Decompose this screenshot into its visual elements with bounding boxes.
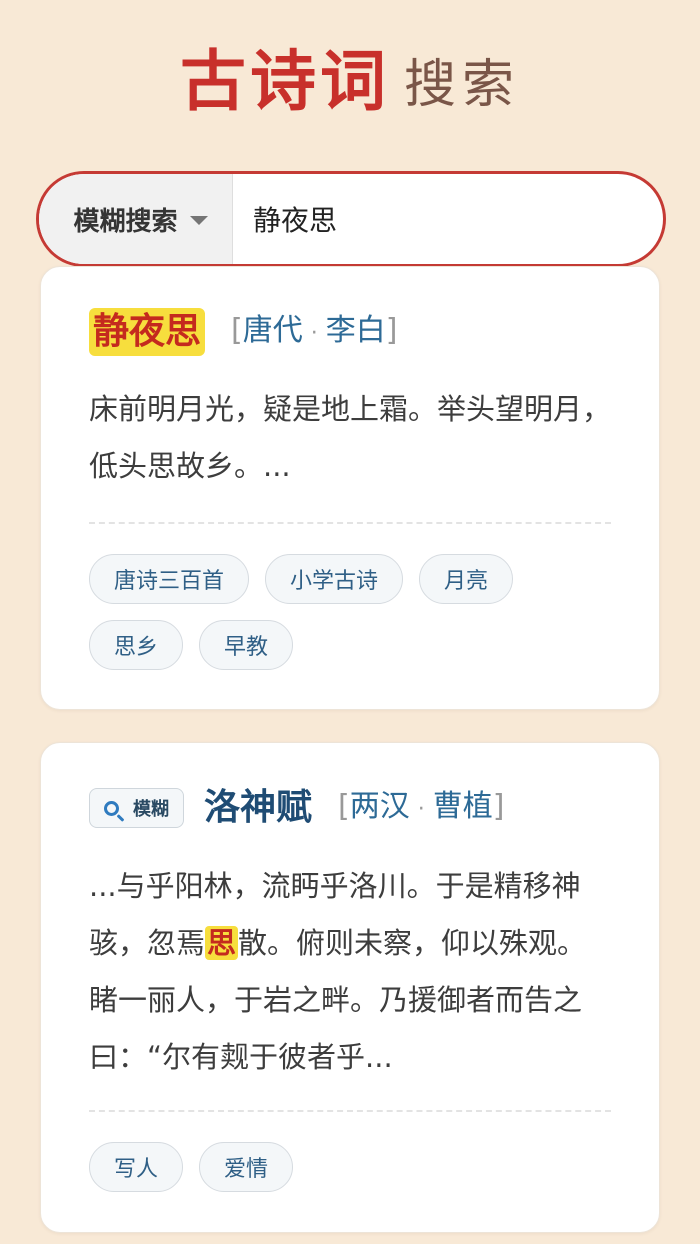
tag-chip[interactable]: 唐诗三百首 [89,554,250,604]
card-divider [89,522,611,524]
search-mode-label: 模糊搜索 [73,206,178,237]
poem-dynasty[interactable]: 唐代 [243,313,303,348]
search-input[interactable] [233,174,663,264]
tag-chip[interactable]: 早教 [199,620,294,670]
fuzzy-match-badge: 模糊 [89,788,184,828]
meta-separator: · [417,796,425,822]
tag-chip[interactable]: 小学古诗 [265,554,404,604]
tag-list: 写人 爱情 [89,1142,623,1192]
tag-chip[interactable]: 写人 [89,1142,184,1192]
poem-excerpt: 床前明月光，疑是地上霜。举头望明月，低头思故乡。... [89,392,612,483]
app-subtitle: 搜索 [403,55,520,115]
tag-chip[interactable]: 月亮 [419,554,514,604]
search-icon [104,800,119,816]
caret-down-icon [189,215,208,225]
excerpt-highlight: 思 [205,926,239,960]
poem-excerpt: ...与乎阳林，流眄乎洛川。于是精移神骇，忽焉思散。俯则未察，仰以殊观。睹一丽人… [89,858,611,1086]
search-bar: 模糊搜索 [36,171,666,267]
poem-meta: [两汉 · 曹植] [338,788,505,824]
app-title: 古诗词 [179,43,390,120]
result-title-row: 模糊 洛神赋 [两汉 · 曹植] [89,783,619,833]
tag-list: 唐诗三百首 小学古诗 月亮 思乡 早教 [89,554,623,670]
fuzzy-badge-label: 模糊 [133,799,169,820]
app-header: 古诗词 搜索 [0,40,700,130]
result-card[interactable]: 模糊 洛神赋 [两汉 · 曹植] ...与乎阳林，流眄乎洛川。于是精移神骇，忽焉思散… [40,742,660,1233]
tag-chip[interactable]: 爱情 [199,1142,294,1192]
poem-dynasty[interactable]: 两汉 [350,789,410,824]
search-mode-select[interactable]: 模糊搜索 [39,174,233,264]
tag-chip[interactable]: 思乡 [89,620,184,670]
result-card[interactable]: 静夜思 [唐代 · 李白] 床前明月光，疑是地上霜。举头望明月，低头思故乡。... … [40,266,660,710]
poem-title[interactable]: 静夜思 [89,308,206,356]
poem-author[interactable]: 李白 [326,313,386,348]
poem-title[interactable]: 洛神赋 [204,784,312,832]
poem-meta: [唐代 · 李白] [231,312,398,348]
card-divider [89,1110,611,1112]
result-title-row: 静夜思 [唐代 · 李白] [89,307,619,357]
poem-author[interactable]: 曹植 [433,789,493,824]
meta-separator: · [310,320,318,346]
